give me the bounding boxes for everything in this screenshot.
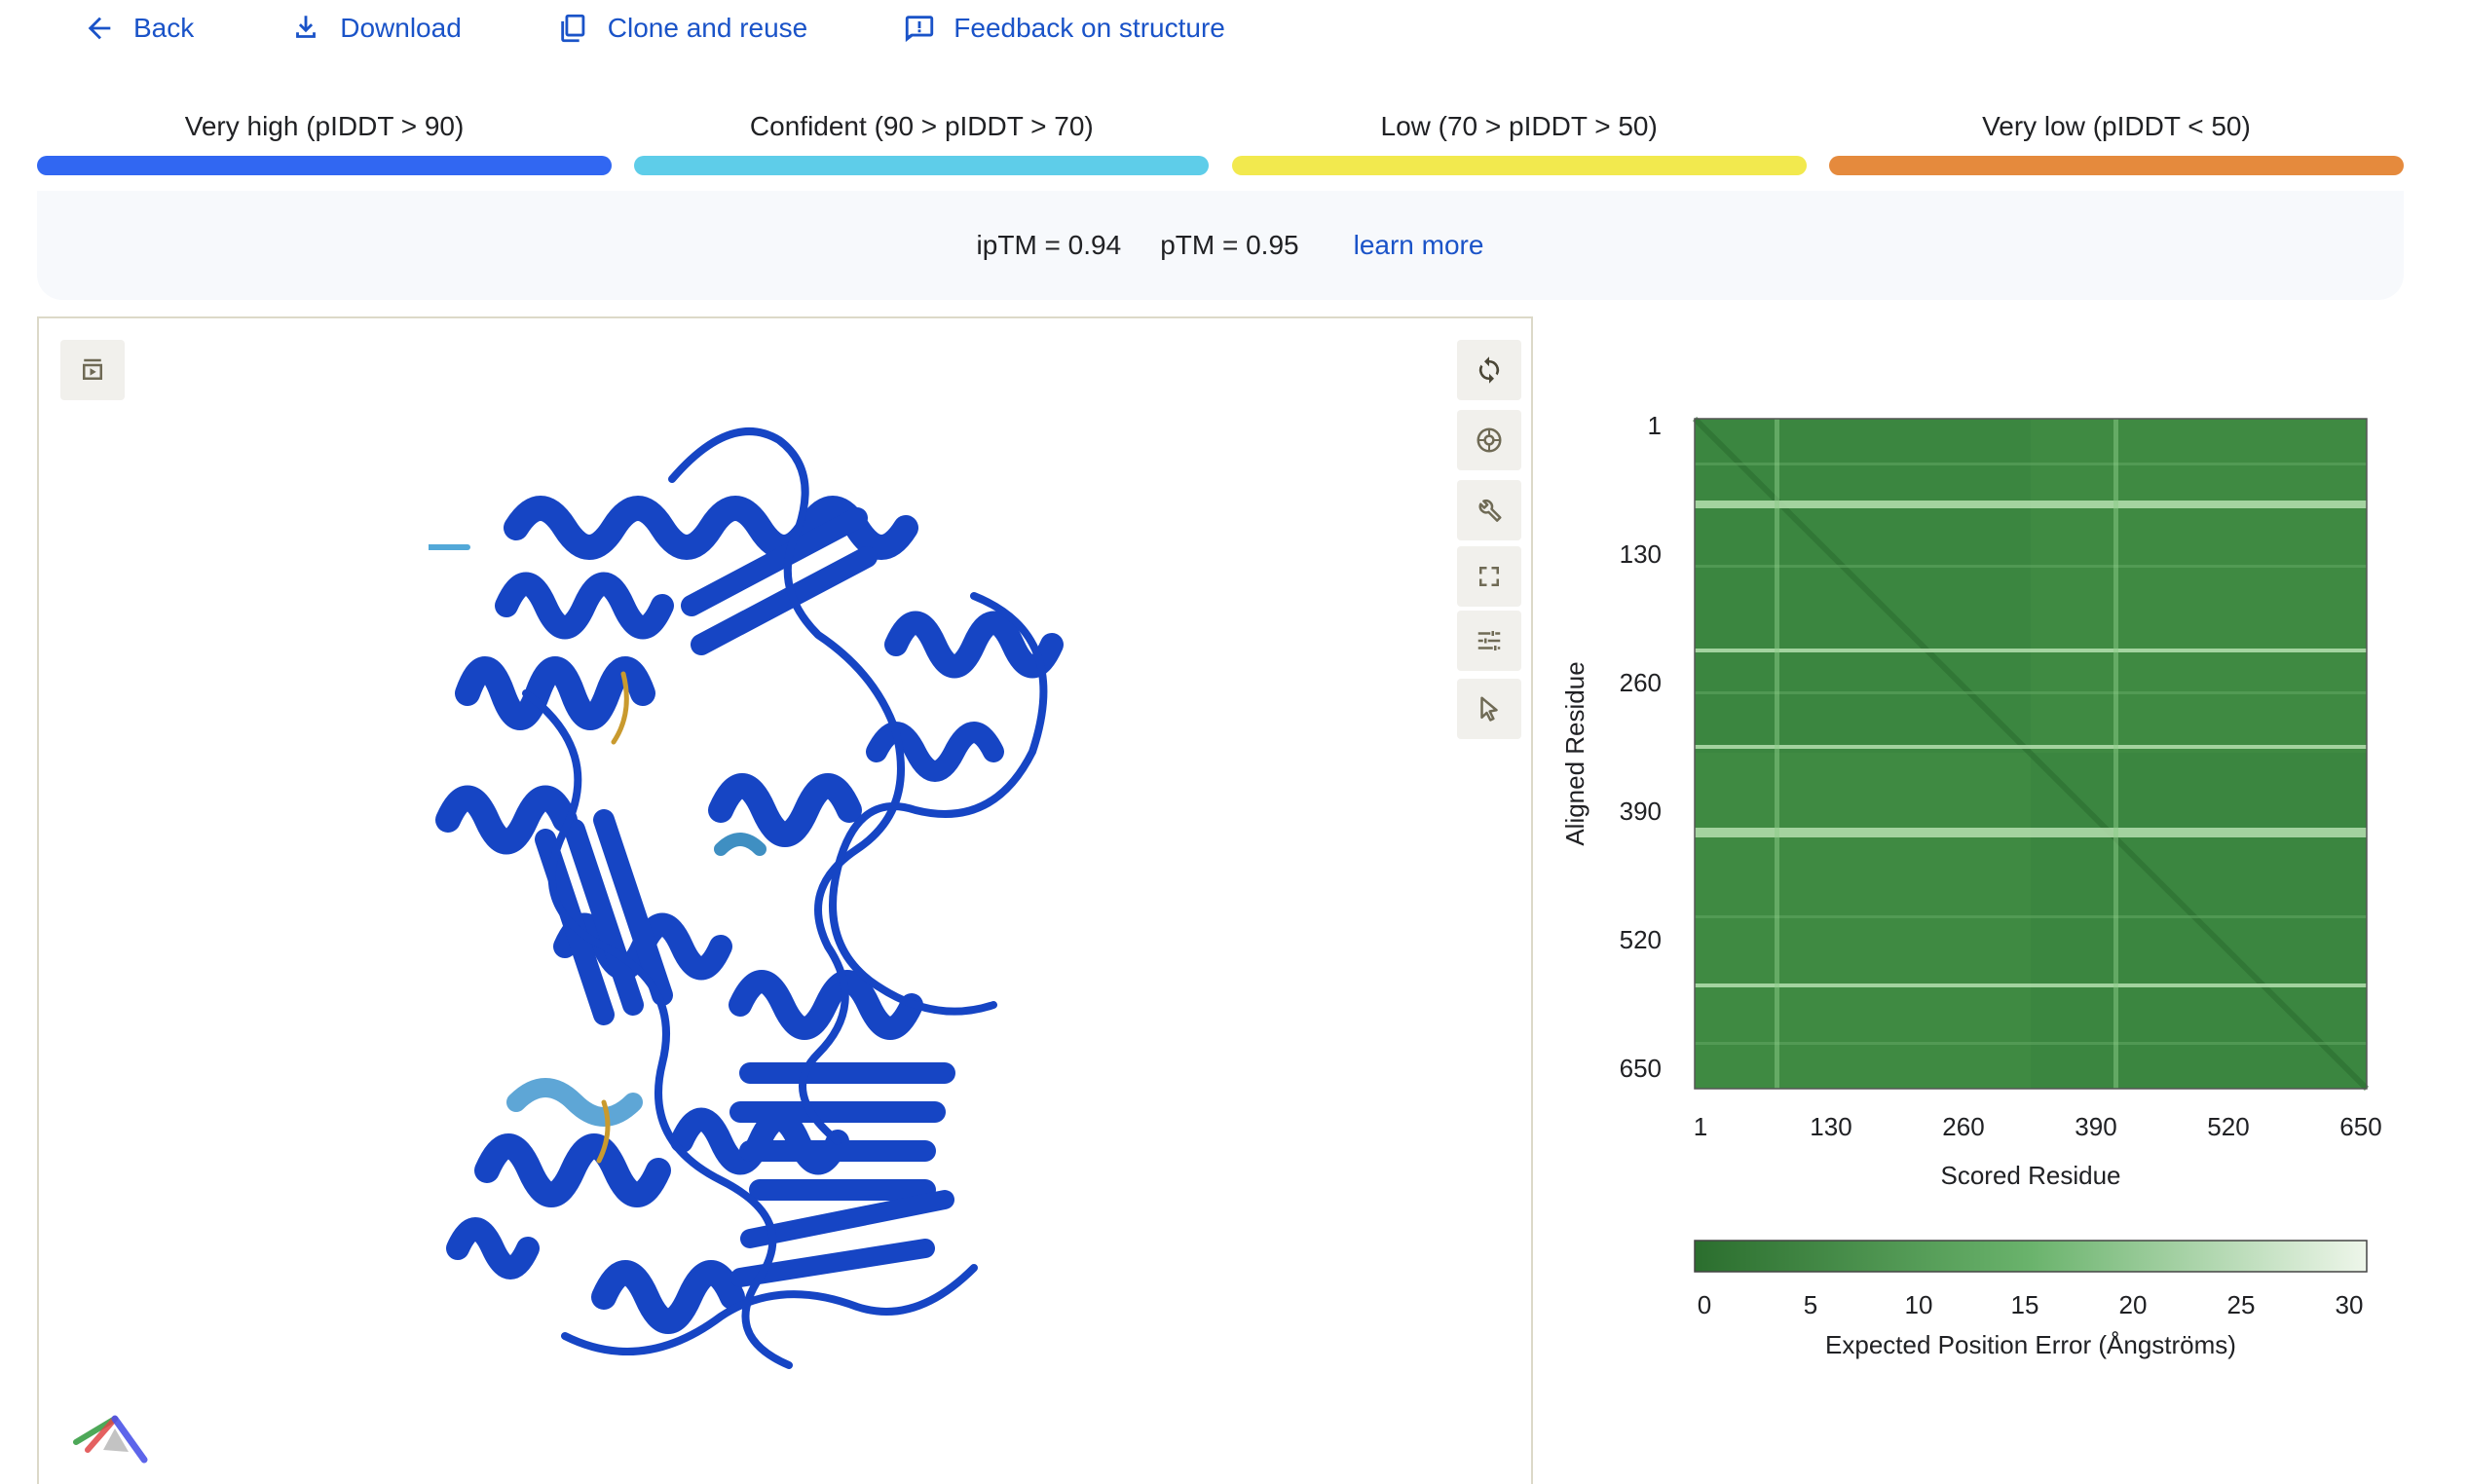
wrench-icon [1478,499,1502,522]
sequence-panel-button[interactable] [60,340,125,400]
legend-label: Very low (pIDDT < 50) [1982,111,2251,141]
feedback-button[interactable]: Feedback on structure [903,12,1225,45]
colorbar-tick: 25 [2227,1290,2256,1319]
y-axis-label: Aligned Residue [1560,661,1589,845]
protein-structure[interactable] [429,401,1188,1433]
pae-colorbar [1694,1240,2368,1273]
camera-icon [1477,427,1502,453]
y-tick: 1 [1648,411,1662,440]
y-tick: 520 [1620,925,1662,954]
download-button[interactable]: Download [289,12,462,45]
y-tick: 260 [1620,668,1662,697]
x-tick: 260 [1942,1112,1984,1141]
reset-rotate-icon [1478,356,1500,384]
x-tick: 650 [2339,1112,2381,1141]
action-bar: Back Download Clone and reuse Feedback o… [83,6,1225,51]
structure-viewer[interactable] [37,316,1533,1484]
legend-item-low: Low (70 > pIDDT > 50) [1231,107,1807,175]
clone-reuse-button[interactable]: Clone and reuse [557,12,807,45]
x-axis-label: Scored Residue [1941,1161,2121,1190]
legend-bar [37,156,612,175]
legend-bar [634,156,1210,175]
legend-item-very-low: Very low (pIDDT < 50) [1828,107,2404,175]
y-tick: 390 [1620,797,1662,826]
colorbar-tick: 5 [1804,1290,1817,1319]
x-tick: 1 [1694,1112,1707,1141]
colorbar-tick: 0 [1698,1290,1711,1319]
reset-view-button[interactable] [1457,340,1521,400]
legend-item-confident: Confident (90 > pIDDT > 70) [634,107,1210,175]
back-button[interactable]: Back [83,12,194,45]
ptm-value: pTM = 0.95 [1160,230,1299,260]
legend-item-very-high: Very high (pIDDT > 90) [37,107,612,175]
colorbar-label: Expected Position Error (Ångströms) [1825,1330,2236,1359]
feedback-label: Feedback on structure [954,13,1225,43]
fullscreen-icon [1479,567,1499,586]
arrow-back-icon [88,17,111,40]
legend-label: Confident (90 > pIDDT > 70) [749,111,1094,141]
tools-button[interactable] [1457,480,1521,540]
axes-orientation-indicator [73,1415,148,1464]
select-pointer-icon [1480,696,1498,722]
settings-button[interactable] [1457,611,1521,671]
x-tick: 390 [2075,1112,2116,1141]
fullscreen-button[interactable] [1457,546,1521,607]
colorbar-tick: 30 [2336,1290,2364,1319]
x-tick: 130 [1810,1112,1851,1141]
y-tick: 650 [1620,1054,1662,1083]
back-label: Back [133,13,195,43]
pae-plot: 1 130 260 390 520 650 Aligned Residue 1 … [1549,370,2468,1441]
colorbar-tick: 10 [1905,1290,1933,1319]
legend-label: Very high (pIDDT > 90) [184,111,465,141]
legend-label: Low (70 > pIDDT > 50) [1380,111,1658,141]
learn-more-link[interactable]: learn more [1354,230,1484,261]
feedback-icon [906,16,934,43]
legend-bar [1231,156,1807,175]
sequence-play-icon [83,358,102,380]
download-label: Download [340,13,462,43]
download-icon [296,16,317,38]
select-mode-button[interactable] [1457,679,1521,739]
x-tick: 520 [2207,1112,2249,1141]
pae-plot-svg: 1 130 260 390 520 650 Aligned Residue 1 … [1560,411,2382,1359]
copy-icon [561,14,585,43]
iptm-value: ipTM = 0.94 [976,230,1122,260]
colorbar-tick: 20 [2119,1290,2148,1319]
plddt-legend: Very high (pIDDT > 90) Confident (90 > p… [37,107,2404,175]
confidence-metrics: ipTM = 0.94 pTM = 0.95 learn more [37,191,2404,300]
colorbar-tick: 15 [2011,1290,2039,1319]
legend-bar [1828,156,2404,175]
settings-sliders-icon [1477,631,1501,650]
screenshot-button[interactable] [1457,410,1521,470]
y-tick: 130 [1620,539,1662,569]
clone-reuse-label: Clone and reuse [607,13,808,43]
